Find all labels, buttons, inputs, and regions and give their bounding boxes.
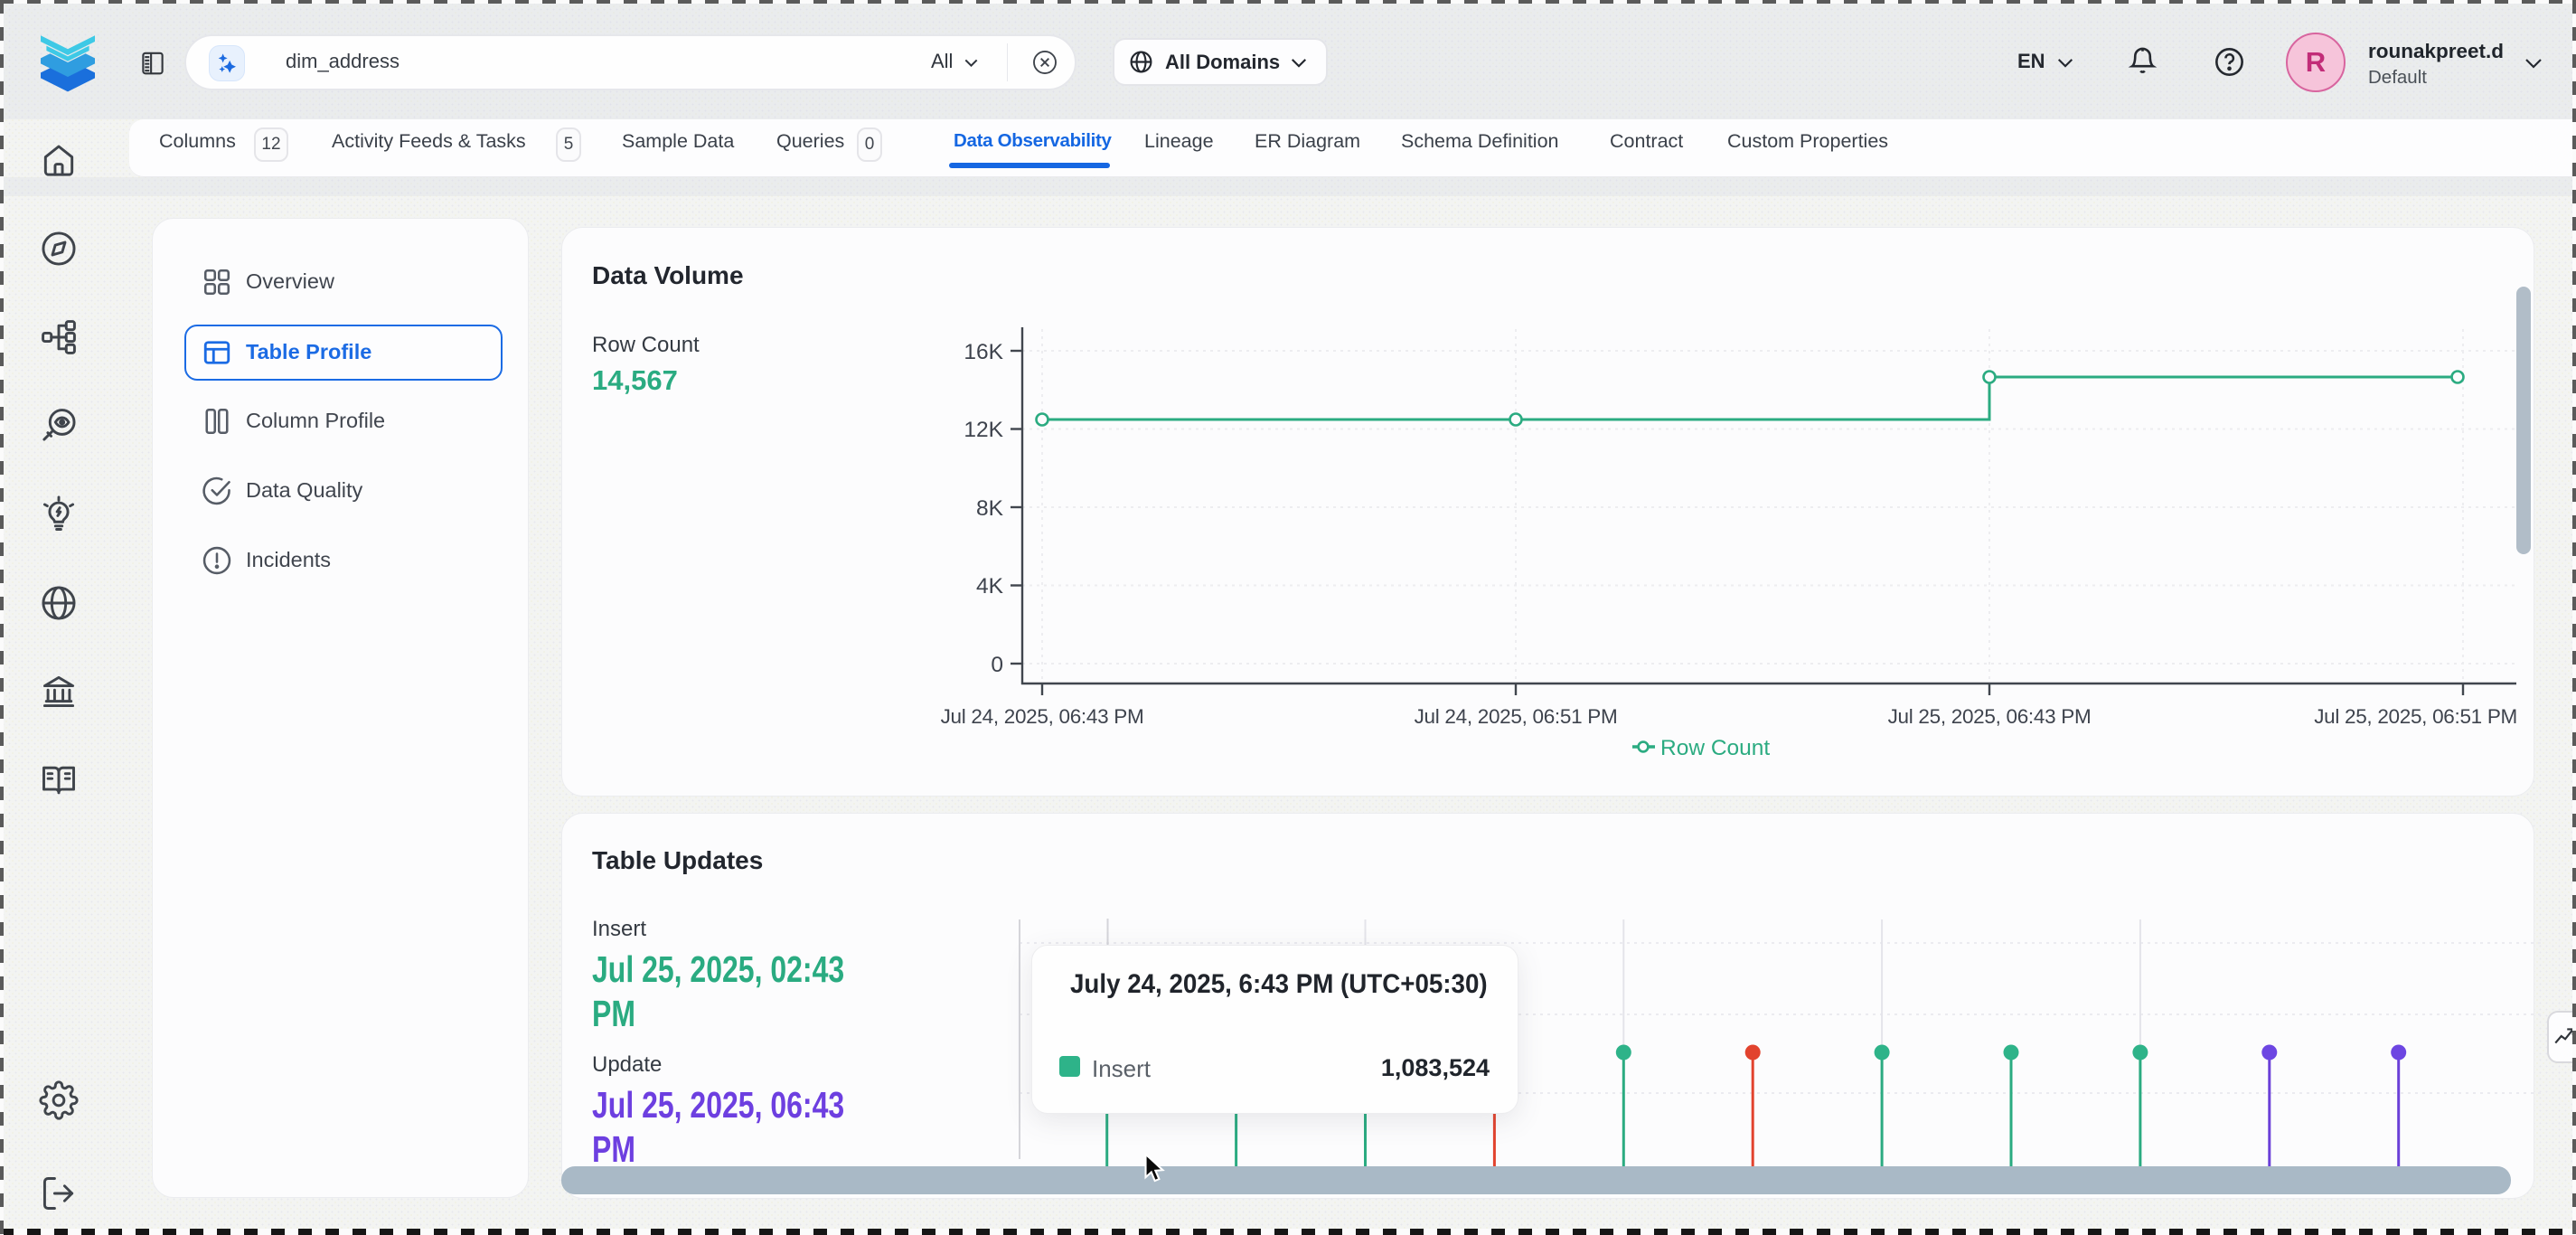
svg-text:Jul 24, 2025, 06:51 PM: Jul 24, 2025, 06:51 PM [1415,705,1618,728]
svg-text:12K: 12K [964,418,1003,442]
svg-text:16K: 16K [964,340,1003,364]
svg-text:Jul 25, 2025, 06:51 PM: Jul 25, 2025, 06:51 PM [2314,705,2517,728]
svg-text:Jul 25, 2025, 06:43 PM: Jul 25, 2025, 06:43 PM [1888,705,2092,728]
svg-text:Row Count: Row Count [1660,736,1770,760]
svg-text:8K: 8K [976,496,1004,521]
svg-text:0: 0 [991,653,1003,677]
svg-text:4K: 4K [976,574,1004,599]
svg-text:Jul 24, 2025, 06:43 PM: Jul 24, 2025, 06:43 PM [941,705,1144,728]
